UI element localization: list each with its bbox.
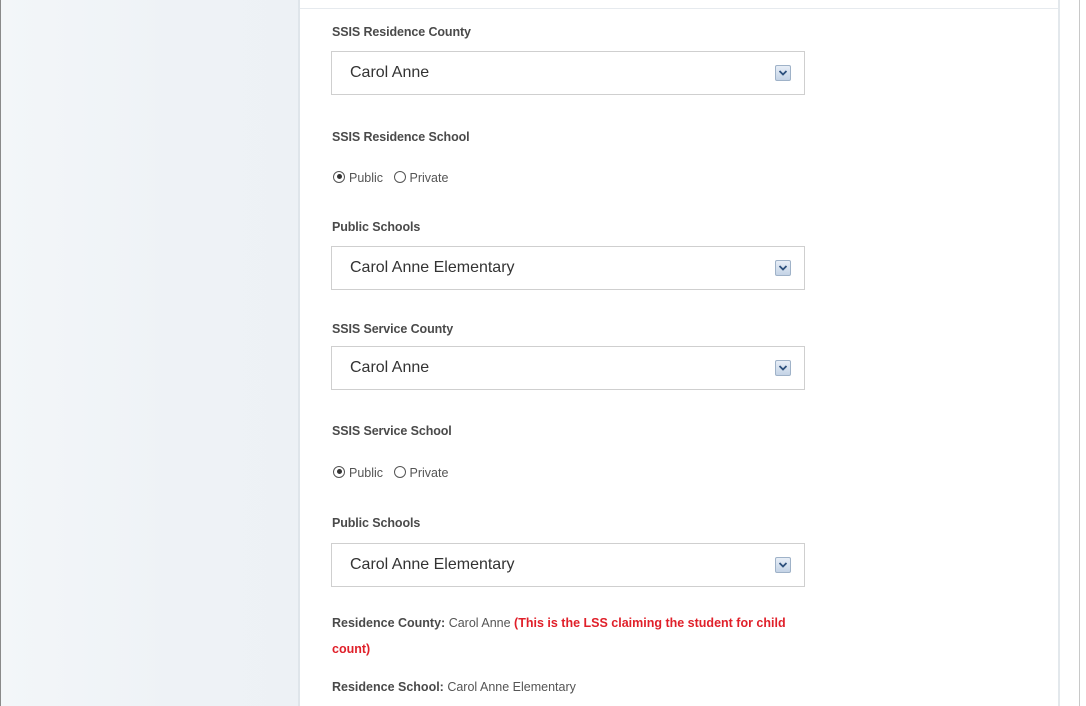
service-school-private-label[interactable]: Private: [410, 466, 449, 480]
service-public-schools-select[interactable]: Carol Anne Elementary: [331, 543, 805, 587]
residence-county-select[interactable]: Carol Anne: [331, 51, 805, 95]
lss-claim-note-line2: count): [332, 642, 371, 656]
chevron-down-icon[interactable]: [775, 360, 791, 376]
service-county-value: Carol Anne: [350, 359, 430, 376]
residence-county-label: SSIS Residence County: [332, 25, 471, 39]
residence-school-summary: Residence School: Carol Anne Elementary: [332, 680, 576, 694]
top-divider: [300, 8, 1058, 9]
residence-school-summary-key: Residence School:: [332, 680, 444, 694]
residence-county-value: Carol Anne: [350, 64, 430, 81]
residence-county-summary: Residence County: Carol Anne (This is th…: [332, 616, 786, 630]
page: SSIS Residence County Carol Anne SSIS Re…: [0, 0, 1086, 706]
residence-public-schools-label: Public Schools: [332, 220, 421, 234]
radio-unchecked-icon[interactable]: [393, 170, 406, 183]
radio-checked-icon[interactable]: [333, 465, 345, 478]
residence-public-schools-select[interactable]: Carol Anne Elementary: [331, 246, 805, 290]
chevron-down-icon[interactable]: [775, 557, 791, 573]
service-public-schools-value: Carol Anne Elementary: [350, 556, 515, 573]
residence-school-radio-group: Public Private: [333, 170, 455, 186]
service-school-radio-group: Public Private: [333, 465, 455, 481]
residence-public-schools-value: Carol Anne Elementary: [350, 259, 515, 276]
chevron-down-icon[interactable]: [775, 260, 791, 276]
service-school-public-label[interactable]: Public: [349, 466, 383, 480]
lss-claim-note-continued: count): [332, 642, 370, 656]
radio-checked-icon[interactable]: [333, 170, 345, 183]
lss-claim-note: (This is the LSS claiming the student fo…: [514, 616, 786, 630]
window-right-border: [1079, 0, 1080, 706]
residence-county-summary-key: Residence County:: [332, 616, 446, 630]
service-county-select[interactable]: Carol Anne: [331, 346, 805, 390]
chevron-down-icon[interactable]: [775, 65, 791, 81]
content-right-divider: [1058, 0, 1060, 706]
residence-school-label: SSIS Residence School: [332, 130, 470, 144]
residence-school-private-label[interactable]: Private: [410, 171, 449, 185]
service-county-label: SSIS Service County: [332, 322, 454, 336]
service-school-label: SSIS Service School: [332, 424, 452, 438]
residence-county-summary-value: Carol Anne: [448, 616, 511, 630]
residence-school-summary-value: Carol Anne Elementary: [447, 680, 576, 694]
residence-school-public-label[interactable]: Public: [349, 171, 383, 185]
left-sidebar-panel: [0, 0, 299, 706]
service-public-schools-label: Public Schools: [332, 516, 421, 530]
radio-unchecked-icon[interactable]: [393, 465, 406, 478]
